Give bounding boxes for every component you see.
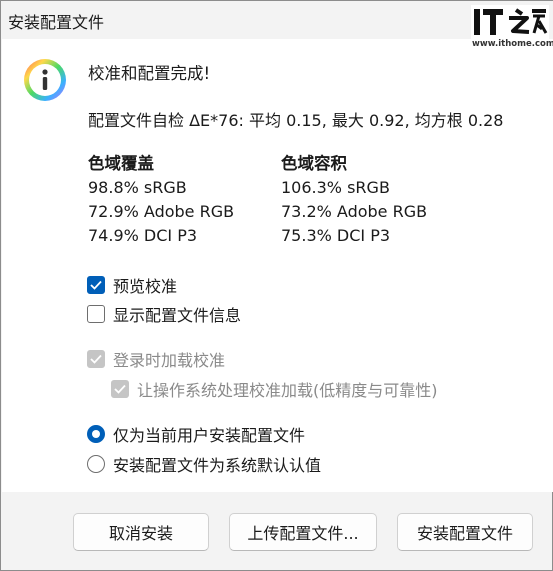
profile-selfcheck-text: 配置文件自检 ΔE*76: 平均 0.15, 最大 0.92, 均方根 0.28 bbox=[88, 111, 504, 130]
gamut-volume-title: 色域容积 bbox=[281, 154, 347, 173]
install-system-default-label: 安装配置文件为系统默认认值 bbox=[113, 456, 322, 475]
ithome-url: www.ithome.com bbox=[472, 39, 553, 49]
radio-selected-icon bbox=[87, 425, 105, 443]
install-profile-dialog: 安装配置文件 www.ithome.com 校准和配置完成! 配置文件自检 ΔE… bbox=[0, 0, 553, 571]
load-on-login-checkbox[interactable]: 登录时加载校准 bbox=[87, 347, 225, 371]
completion-heading: 校准和配置完成! bbox=[88, 64, 211, 83]
show-profile-info-label: 显示配置文件信息 bbox=[113, 306, 242, 325]
gamut-coverage-srgb: 98.8% sRGB bbox=[88, 178, 187, 197]
gamut-volume-column: 色域容积 106.3% sRGB 73.2% Adobe RGB 75.3% D… bbox=[281, 152, 427, 248]
upload-profile-button[interactable]: 上传配置文件... bbox=[229, 513, 377, 551]
checkbox-checked-icon bbox=[87, 276, 105, 294]
preview-calibration-label: 预览校准 bbox=[113, 277, 178, 296]
gamut-coverage-adobe-rgb: 72.9% Adobe RGB bbox=[88, 202, 235, 221]
preview-calibration-checkbox[interactable]: 预览校准 bbox=[87, 273, 177, 297]
gamut-coverage-title: 色域覆盖 bbox=[88, 154, 154, 173]
gamut-coverage-column: 色域覆盖 98.8% sRGB 72.9% Adobe RGB 74.9% DC… bbox=[88, 152, 234, 248]
gamut-volume-srgb: 106.3% sRGB bbox=[281, 178, 390, 197]
os-handles-loading-label: 让操作系统处理校准加载(低精度与可靠性) bbox=[137, 381, 438, 400]
install-system-default-radio[interactable]: 安装配置文件为系统默认认值 bbox=[87, 452, 321, 476]
checkbox-checked-disabled-icon bbox=[111, 380, 129, 398]
gamut-coverage-dci-p3: 74.9% DCI P3 bbox=[88, 226, 198, 245]
cancel-install-button[interactable]: 取消安装 bbox=[73, 513, 209, 551]
install-current-user-radio[interactable]: 仅为当前用户安装配置文件 bbox=[87, 422, 305, 446]
window-title: 安装配置文件 bbox=[8, 13, 105, 32]
install-current-user-label: 仅为当前用户安装配置文件 bbox=[113, 426, 306, 445]
checkbox-unchecked-icon bbox=[87, 305, 105, 323]
info-icon bbox=[24, 59, 66, 101]
os-handles-loading-checkbox[interactable]: 让操作系统处理校准加载(低精度与可靠性) bbox=[111, 377, 438, 401]
gamut-volume-adobe-rgb: 73.2% Adobe RGB bbox=[281, 202, 428, 221]
install-profile-button[interactable]: 安装配置文件 bbox=[397, 513, 533, 551]
checkbox-checked-disabled-icon bbox=[87, 350, 105, 368]
radio-unselected-icon bbox=[87, 455, 105, 473]
load-on-login-label: 登录时加载校准 bbox=[113, 351, 226, 370]
show-profile-info-checkbox[interactable]: 显示配置文件信息 bbox=[87, 302, 241, 326]
gamut-volume-dci-p3: 75.3% DCI P3 bbox=[281, 226, 391, 245]
